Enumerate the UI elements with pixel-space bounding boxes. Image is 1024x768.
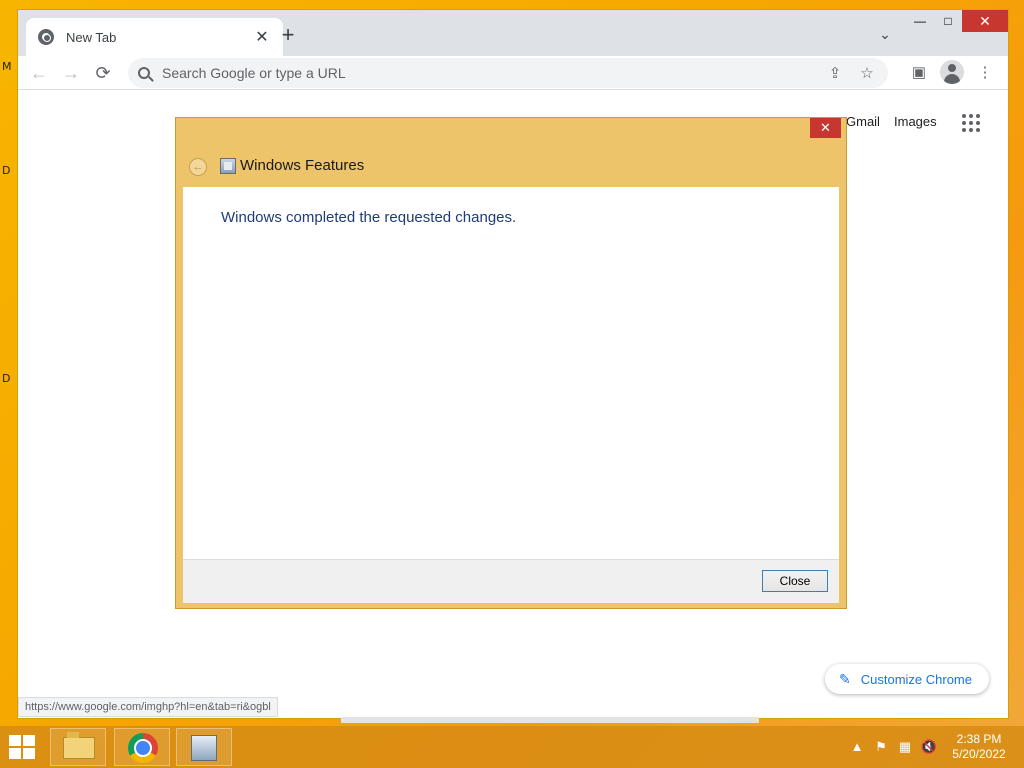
network-icon[interactable]: ▦ xyxy=(896,738,914,756)
tab-search-chevron-icon[interactable]: ⌄ xyxy=(876,26,894,44)
volume-muted-icon[interactable]: 🔇 xyxy=(920,738,938,756)
status-bubble-url: https://www.google.com/imghp?hl=en&tab=r… xyxy=(18,697,278,717)
tab-title: New Tab xyxy=(66,29,117,45)
window-close-button[interactable]: ✕ xyxy=(962,10,1008,32)
reload-button[interactable]: ⟳ xyxy=(92,62,114,84)
back-arrow-icon[interactable]: ← xyxy=(189,158,207,176)
dialog-body: Windows completed the requested changes. xyxy=(183,187,839,559)
tab-strip: New Tab ✕ + ⌄ — □ ✕ xyxy=(18,10,1008,56)
gmail-link[interactable]: Gmail xyxy=(846,114,880,129)
close-button[interactable]: Close xyxy=(762,570,828,592)
search-icon xyxy=(138,67,150,79)
menu-icon[interactable]: ⋮ xyxy=(974,62,996,84)
minimize-button[interactable]: — xyxy=(906,10,934,32)
windows-features-app-icon xyxy=(220,158,236,174)
taskbar-windows-features[interactable] xyxy=(176,728,232,766)
window-controls: — □ ✕ xyxy=(906,10,1008,32)
clock-time: 2:38 PM xyxy=(956,732,1002,746)
google-apps-icon[interactable] xyxy=(962,114,980,132)
new-tab-button[interactable]: + xyxy=(276,24,300,48)
start-windows-icon[interactable] xyxy=(9,735,39,761)
desktop-icon-label: D xyxy=(2,372,11,385)
horizontal-scrollbar[interactable] xyxy=(341,717,759,723)
images-link[interactable]: Images xyxy=(894,114,937,129)
browser-toolbar: ← → ⟳ ⇪ ☆ ▣ ⋮ xyxy=(18,56,1008,90)
system-clock[interactable]: 2:38 PM 5/20/2022 xyxy=(946,732,1012,762)
taskbar-file-explorer[interactable] xyxy=(50,728,106,766)
omnibox[interactable]: ⇪ ☆ xyxy=(128,58,888,88)
chrome-favicon-icon xyxy=(38,29,54,45)
dialog-footer: Close xyxy=(183,559,839,603)
windows-features-icon xyxy=(191,735,217,761)
tab-close-icon[interactable]: ✕ xyxy=(253,27,271,47)
share-icon[interactable]: ⇪ xyxy=(824,64,846,82)
taskbar-chrome[interactable] xyxy=(114,728,170,766)
profile-avatar-icon[interactable] xyxy=(940,60,964,84)
clock-date: 5/20/2022 xyxy=(952,747,1006,761)
forward-button[interactable]: → xyxy=(60,62,82,84)
customize-chrome-button[interactable]: ✎ Customize Chrome xyxy=(825,664,989,694)
windows-features-dialog: ✕ ← Windows Features Windows completed t… xyxy=(175,117,847,609)
desktop-icon-label: M xyxy=(2,60,12,73)
taskbar: ▲ ⚑ ▦ 🔇 2:38 PM 5/20/2022 xyxy=(0,726,1024,768)
bookmark-star-icon[interactable]: ☆ xyxy=(856,64,878,82)
desktop-icon-label: D xyxy=(2,164,11,177)
maximize-button[interactable]: □ xyxy=(934,10,962,32)
pencil-icon: ✎ xyxy=(839,670,851,687)
customize-chrome-label: Customize Chrome xyxy=(860,671,972,687)
side-panel-icon[interactable]: ▣ xyxy=(908,62,930,84)
action-center-flag-icon[interactable]: ⚑ xyxy=(872,738,890,756)
dialog-message: Windows completed the requested changes. xyxy=(221,209,517,226)
chrome-icon xyxy=(128,733,158,763)
back-button[interactable]: ← xyxy=(28,62,50,84)
dialog-title: Windows Features xyxy=(240,157,365,174)
show-hidden-icons-icon[interactable]: ▲ xyxy=(848,738,866,756)
tab-new-tab[interactable]: New Tab ✕ xyxy=(26,18,283,56)
folder-icon xyxy=(63,732,95,759)
dialog-close-x-button[interactable]: ✕ xyxy=(810,118,841,138)
address-input[interactable] xyxy=(162,65,814,81)
